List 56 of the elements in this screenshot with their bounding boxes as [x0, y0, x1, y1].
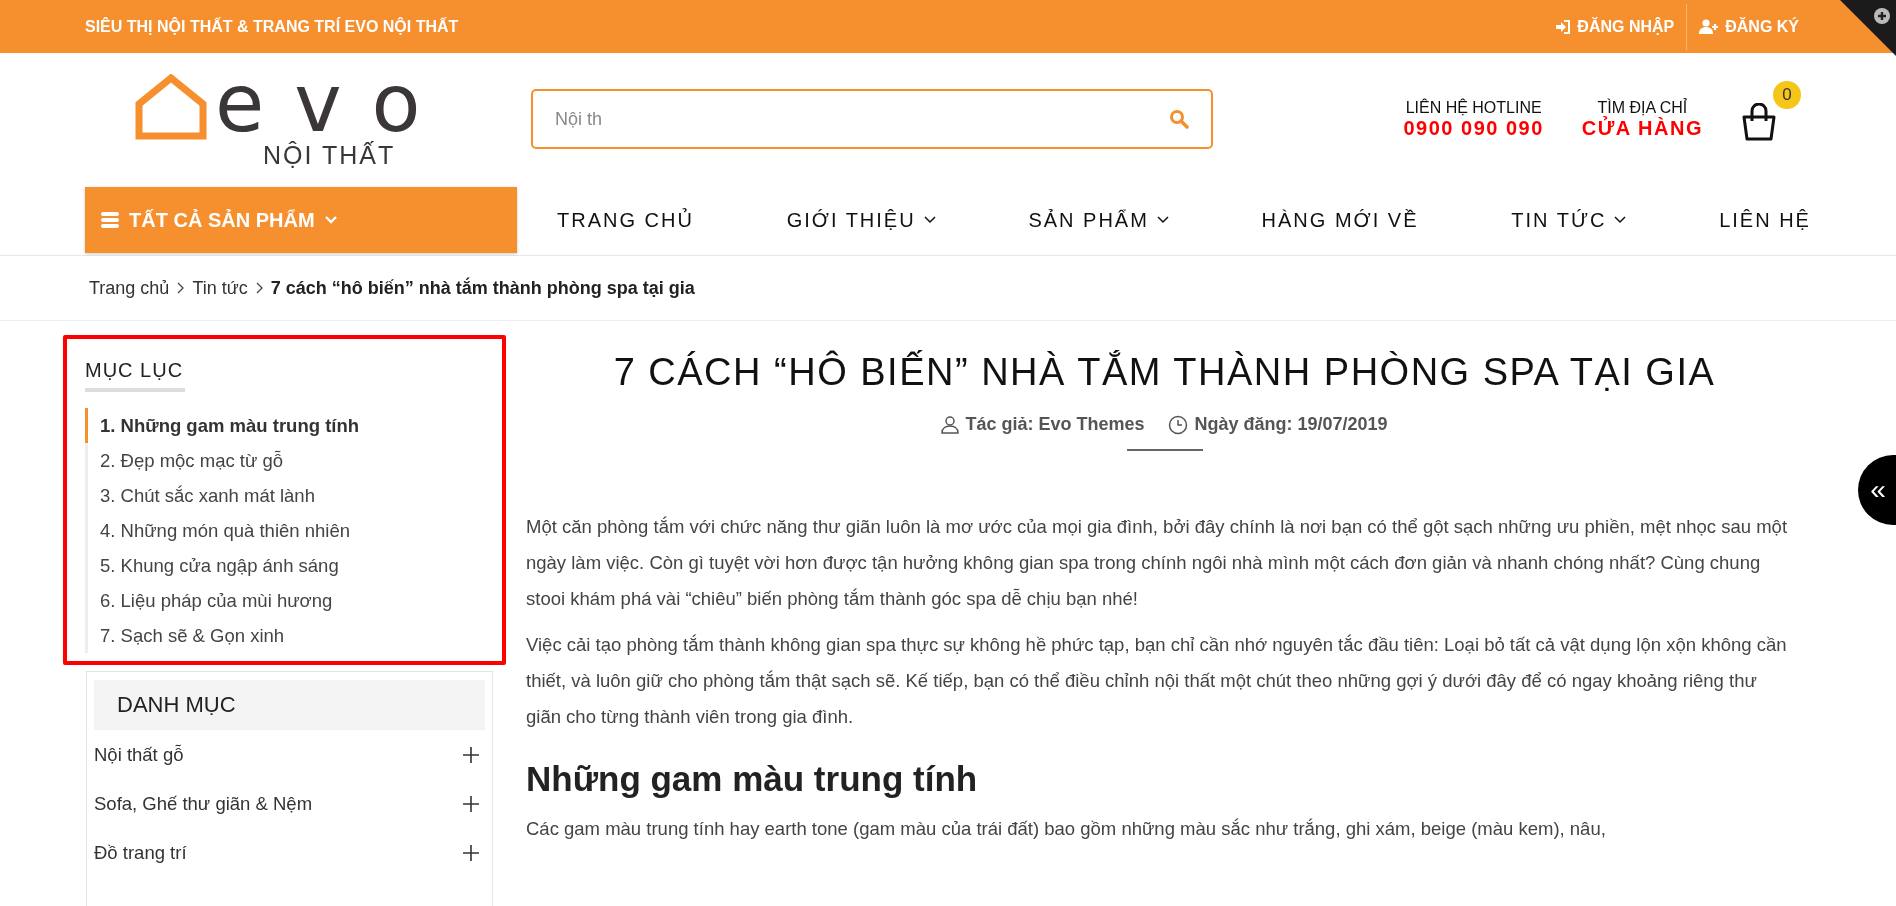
category-link[interactable]: Sofa, Ghế thư giãn & Nệm — [94, 792, 313, 815]
plus-icon — [1874, 8, 1890, 24]
nav-link[interactable]: TRANG CHỦ — [557, 208, 694, 232]
house-logo-icon — [135, 74, 207, 140]
cart-count-badge: 0 — [1773, 81, 1801, 109]
category-link[interactable]: Nội thất gỗ — [94, 743, 184, 766]
section-heading: Những gam màu trung tính — [526, 759, 979, 799]
nav-link[interactable]: SẢN PHẨM — [1028, 208, 1169, 232]
toc-link[interactable]: 4. Những món quà thiên nhiên — [85, 513, 360, 548]
paragraph: Việc cải tạo phòng tắm thành không gian spa thực sự không hề phức tạp, bạn chỉ cần nhớ nguyên tắc đầu tiên: Loại bỏ tất cả vật dụng lộn xộn không cần thiết, và luôn giữ cho phòng tắm thật sạch sẽ. Kế tiếp, bạn có thể điều chỉnh nội thất một chút theo những gợi ý dưới đây để có ngay khoảng riêng thư giãn cho từng thành viên trong gia đình. — [526, 633, 1788, 729]
plus-icon[interactable] — [463, 746, 479, 763]
chevron-right-icon — [177, 282, 185, 294]
logo-wordmark: evo — [215, 68, 451, 140]
corner-tab[interactable] — [1840, 0, 1896, 56]
category-link[interactable]: Đồ trang trí — [94, 841, 187, 864]
breadcrumb-link[interactable]: 7 cách “hô biến” nhà tắm thành phòng spa tại gia — [270, 277, 695, 299]
logo-tagline: NỘI THẤT — [263, 140, 396, 170]
contact-link[interactable]: 0900 090 090 — [1403, 116, 1544, 140]
sign-in-icon — [1555, 19, 1572, 34]
plus-icon[interactable] — [463, 844, 479, 861]
chevron-right-icon — [255, 282, 263, 294]
chevron-down-icon — [923, 216, 936, 224]
search-field[interactable]: Nội th — [531, 89, 1213, 149]
toc-link[interactable]: 1. Những gam màu trung tính — [85, 408, 360, 443]
side-toggle-button[interactable]: « — [1858, 455, 1896, 525]
add-user-icon — [1699, 19, 1720, 34]
breadcrumb-link[interactable]: Tin tức — [192, 277, 248, 299]
contact-link[interactable]: CỬA HÀNG — [1581, 116, 1703, 140]
chevron-down-icon — [1614, 216, 1627, 224]
shopping-bag-icon[interactable] — [1741, 103, 1777, 141]
chevron-down-icon — [324, 216, 337, 224]
nav-link[interactable]: GIỚI THIỆU — [786, 208, 936, 232]
chevron-down-icon — [1156, 216, 1169, 224]
contact-label: TÌM ĐỊA CHỈ — [1597, 98, 1688, 116]
toc-link[interactable]: 2. Đẹp mộc mạc từ gỗ — [85, 443, 360, 478]
toc-link[interactable]: 5. Khung cửa ngập ánh sáng — [85, 548, 360, 583]
toc-link[interactable]: 3. Chút sắc xanh mát lành — [85, 478, 360, 513]
contact-label: LIÊN HỆ HOTLINE — [1405, 98, 1542, 117]
date-text: Ngày đăng: 19/07/2019 — [1194, 414, 1388, 435]
site-tagline: SIÊU THỊ NỘI THẤT & TRANG TRÍ EVO NỘI THẤT — [85, 17, 459, 36]
nav-link[interactable]: TIN TỨC — [1511, 208, 1627, 232]
breadcrumb-link[interactable]: Trang chủ — [89, 277, 170, 299]
article-title: 7 CÁCH “HÔ BIẾN” NHÀ TẮM THÀNH PHÒNG SPA TẠI GIA — [612, 351, 1717, 394]
menu-icon — [101, 212, 119, 228]
author-text: Tác giả: Evo Themes — [965, 414, 1145, 435]
paragraph: Một căn phòng tắm với chức năng thư giãn luôn là mơ ước của mọi gia đình, bởi đây chính là nơi bạn có thể gột sạch những ưu phiền, mệt nhọc sau một ngày làm việc. Còn gì tuyệt vời hơn được tận hưởng không gian spa trong chính ngôi nhà mình một cách đơn giản và nhanh chóng nhất? Cùng chung stooi khám phá vài “chiêu” biến phòng tắm thành góc spa dễ chịu bạn nhé! — [526, 515, 1789, 611]
nav-link[interactable]: LIÊN HỆ — [1719, 208, 1811, 232]
toc-heading: MỤC LỤC — [85, 359, 185, 392]
toc-link[interactable]: 6. Liệu pháp của mùi hương — [85, 583, 360, 618]
nav-link[interactable]: HÀNG MỚI VỀ — [1261, 208, 1419, 232]
toc-link[interactable]: 7. Sạch sẽ & Gọn xinh — [85, 618, 360, 653]
category-heading: DANH MỤC — [94, 680, 485, 730]
plus-icon[interactable] — [463, 795, 479, 812]
clock-icon — [1168, 414, 1189, 435]
paragraph: Các gam màu trung tính hay earth tone (gam màu của trái đất) bao gồm những màu sắc như trắng, ghi xám, beige (màu kem), nâu, — [526, 817, 1607, 841]
user-icon — [941, 415, 960, 434]
